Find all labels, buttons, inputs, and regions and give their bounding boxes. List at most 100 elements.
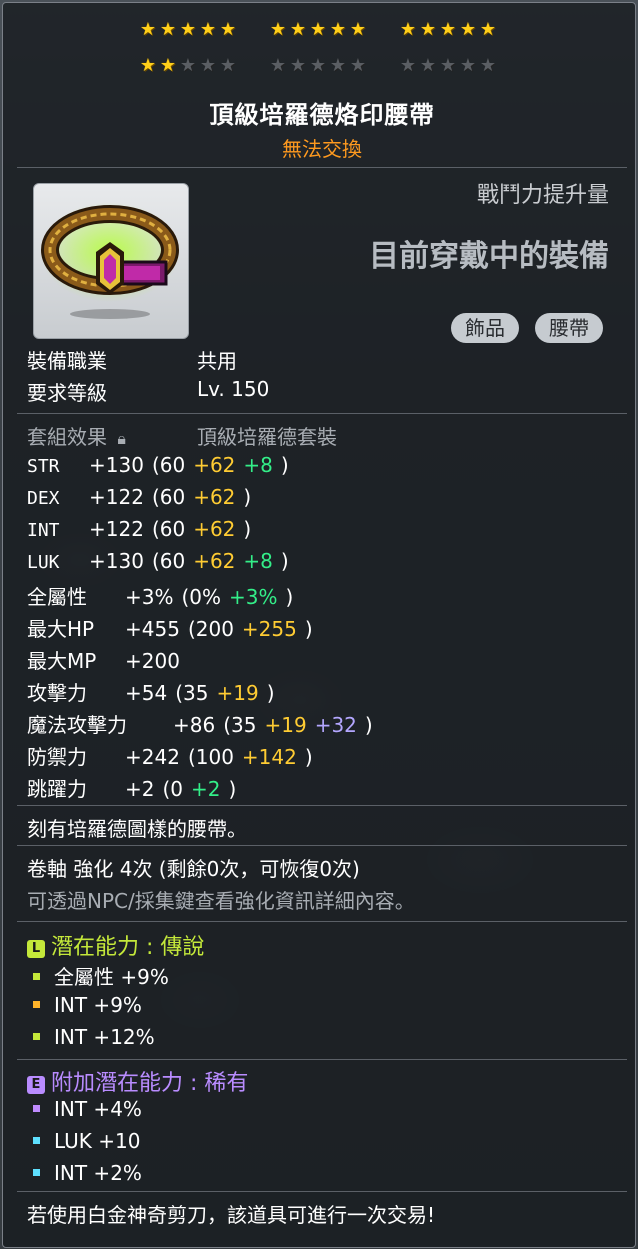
star-filled-icon: ★ [289, 19, 307, 40]
level-label: 要求等級 [27, 381, 107, 405]
stat-total: +3% [125, 585, 174, 609]
item-name: 頂級培羅德烙印腰帶 [209, 101, 435, 129]
stat-row: 最大HP +455 (200 +255) [27, 613, 313, 642]
bullet-icon [33, 1137, 40, 1144]
power-increase-label: 戰鬥力提升量 [476, 183, 609, 208]
divider [17, 167, 627, 168]
potential-line-text: INT +9% [54, 993, 142, 1017]
scissors-note: 若使用白金神奇剪刀，該道具可進行一次交易! [27, 1203, 436, 1227]
stat-name: 跳躍力 [27, 777, 87, 801]
stat-total: +2 [125, 777, 155, 801]
set-value: 頂級培羅德套裝 [197, 425, 337, 449]
item-tooltip: ★ ★ ★ ★ ★ ★ ★ ★ ★ ★ ★ ★ ★ ★ ★ ★ ★ ★ ★ ★ ★ ★ ★ ★ ★ ★ ★ ★ ★ ★ 頂級培羅… [2, 2, 636, 1248]
level-row: 要求等級 Lv. 150 [27, 377, 269, 406]
stat-row: STR +130 (60 +62 +8) [27, 453, 289, 477]
star-empty-icon: ★ [329, 55, 347, 76]
legendary-badge-icon: L [27, 940, 45, 958]
stat-row: 魔法攻擊力 +86 (35 +19 +32) [27, 709, 373, 738]
stat-name: 防禦力 [27, 745, 87, 769]
stat-name: 最大MP [27, 649, 97, 673]
star-empty-icon: ★ [459, 55, 477, 76]
potential-line: 全屬性 +9% [33, 961, 169, 990]
star-filled-icon: ★ [159, 55, 177, 76]
job-value: 共用 [197, 349, 237, 373]
star-filled-icon: ★ [199, 19, 217, 40]
star-empty-icon: ★ [289, 55, 307, 76]
stat-star-bonus: +3% [229, 585, 278, 609]
star-filled-icon: ★ [439, 19, 457, 40]
bullet-icon [33, 973, 40, 980]
stat-name: 最大HP [27, 617, 95, 641]
star-filled-icon: ★ [459, 19, 477, 40]
stat-row: 全屬性 +3% (0% +3%) [27, 581, 293, 610]
lock-icon: 🔒︎ [117, 429, 126, 448]
star-filled-icon: ★ [269, 19, 287, 40]
divider [17, 1059, 627, 1060]
stat-scroll-bonus: +62 [193, 453, 236, 477]
potential-line-text: INT +2% [54, 1161, 142, 1185]
star-group: ★ ★ ★ ★ ★ [139, 21, 237, 39]
stat-close: ) [280, 453, 289, 477]
divider [17, 805, 627, 806]
stat-total: +455 [125, 617, 180, 641]
stat-total: +122 [89, 517, 144, 541]
stat-close: ) [243, 517, 252, 541]
potential-line: LUK +10 [33, 1129, 140, 1153]
star-group: ★ ★ ★ ★ ★ [399, 21, 497, 39]
stat-scroll-bonus: +19 [264, 713, 307, 737]
stat-close: ) [266, 681, 275, 705]
stat-row: 最大MP +200 [27, 645, 180, 674]
potential-line: INT +4% [33, 1097, 142, 1121]
stat-star-bonus: +8 [243, 549, 273, 573]
stat-name: INT [27, 520, 60, 541]
stat-close: ) [304, 617, 313, 641]
rare-badge-icon: E [27, 1076, 45, 1094]
subcategory-tag: 腰帶 [535, 313, 603, 343]
star-filled-icon: ★ [219, 19, 237, 40]
stat-name: 全屬性 [27, 585, 87, 609]
stat-scroll-bonus: +62 [193, 517, 236, 541]
star-filled-icon: ★ [159, 19, 177, 40]
star-filled-icon: ★ [139, 19, 157, 40]
star-group: ★ ★ ★ ★ ★ [139, 57, 237, 75]
stat-scroll-bonus: +19 [216, 681, 259, 705]
item-icon-frame [33, 183, 189, 339]
potential-line: INT +2% [33, 1161, 142, 1185]
stat-row: 防禦力 +242 (100 +142) [27, 741, 313, 770]
item-description: 刻有培羅德圖樣的腰帶。 [27, 817, 247, 841]
stat-star-bonus: +2 [191, 777, 221, 801]
stat-close: ) [285, 585, 294, 609]
stat-row: 攻擊力 +54 (35 +19) [27, 677, 275, 706]
stat-name: 魔法攻擊力 [27, 713, 127, 737]
star-empty-icon: ★ [269, 55, 287, 76]
stat-base: (60 [151, 517, 186, 541]
star-empty-icon: ★ [479, 55, 497, 76]
bonus-potential-header: E 附加潛在能力 : 稀有 [27, 1065, 248, 1097]
star-empty-icon: ★ [309, 55, 327, 76]
star-filled-icon: ★ [419, 19, 437, 40]
job-label: 裝備職業 [27, 349, 107, 373]
stat-total: +122 [89, 485, 144, 509]
star-filled-icon: ★ [309, 19, 327, 40]
divider [17, 1191, 627, 1192]
stat-close: ) [228, 777, 237, 801]
stat-scroll-bonus: +255 [241, 617, 297, 641]
stat-base: (35 [175, 681, 209, 705]
stat-star-bonus: +8 [243, 453, 273, 477]
star-filled-icon: ★ [179, 19, 197, 40]
stat-base: (0 [162, 777, 184, 801]
currently-equipped-label: 目前穿戴中的裝備 [369, 239, 609, 274]
stat-scroll-bonus: +62 [193, 485, 236, 509]
job-row: 裝備職業 共用 [27, 345, 237, 374]
stat-base: (100 [187, 745, 234, 769]
belt-icon [40, 202, 180, 319]
stat-row: INT +122 (60 +62) [27, 517, 251, 541]
stat-base: (60 [151, 549, 186, 573]
star-filled-icon: ★ [329, 19, 347, 40]
stat-row: DEX +122 (60 +62) [27, 485, 251, 509]
stat-name: DEX [27, 488, 60, 509]
star-empty-icon: ★ [439, 55, 457, 76]
stat-total: +130 [89, 453, 144, 477]
potential-line-text: INT +12% [54, 1025, 155, 1049]
stat-scroll-bonus: +62 [193, 549, 236, 573]
